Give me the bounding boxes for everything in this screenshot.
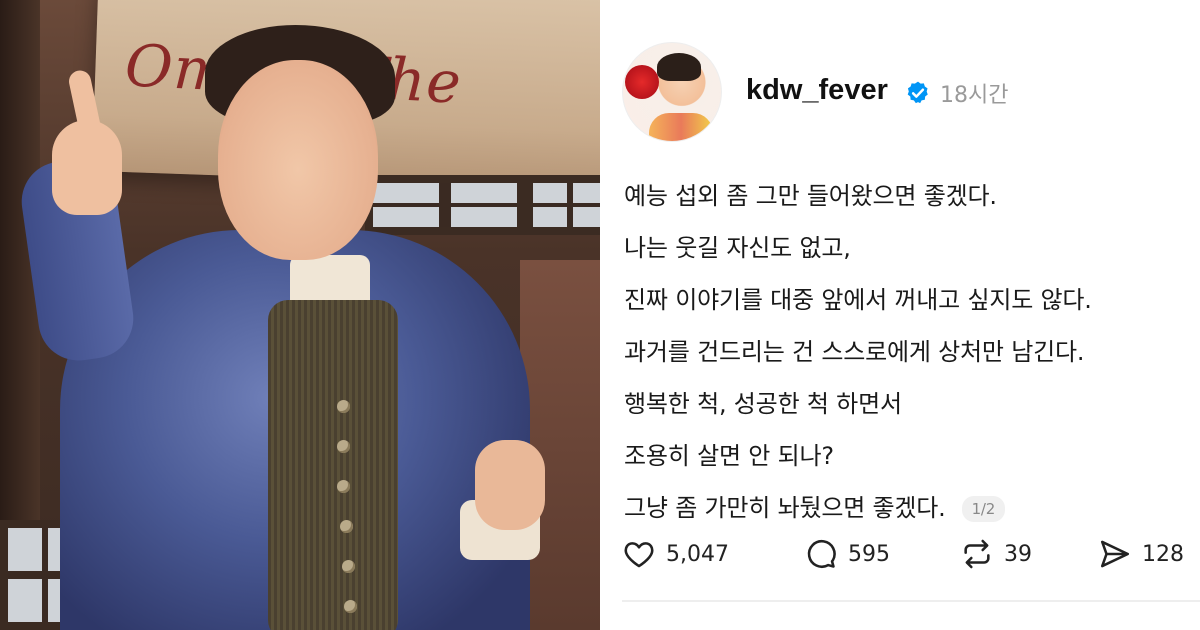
vest-button bbox=[337, 480, 350, 493]
performer-hand bbox=[52, 120, 122, 215]
like-button[interactable]: 5,047 bbox=[622, 534, 729, 574]
stage-window bbox=[365, 175, 525, 235]
post-line: 예능 섭외 좀 그만 들어왔으면 좋겠다. bbox=[624, 182, 997, 210]
post-body: 예능 섭외 좀 그만 들어왔으면 좋겠다. 나는 웃길 자신도 없고, 진짜 이… bbox=[624, 170, 1092, 534]
avatar[interactable] bbox=[622, 42, 722, 142]
vest-button bbox=[342, 560, 355, 573]
repost-count: 39 bbox=[1004, 541, 1032, 567]
post-line: 과거를 건드리는 건 스스로에게 상처만 남긴다. bbox=[624, 338, 1085, 366]
post-line: 나는 웃길 자신도 없고, bbox=[624, 234, 851, 262]
comment-button[interactable]: 595 bbox=[804, 534, 890, 574]
performer-fist bbox=[475, 440, 545, 530]
stage-window bbox=[525, 175, 600, 235]
share-button[interactable]: 128 bbox=[1098, 534, 1184, 574]
share-count: 128 bbox=[1142, 541, 1184, 567]
performer-vest bbox=[268, 300, 398, 630]
verified-badge-icon bbox=[907, 81, 928, 104]
post-line-text: 그냥 좀 가만히 놔뒀으면 좋겠다. bbox=[624, 494, 946, 522]
repost-button[interactable]: 39 bbox=[960, 534, 1032, 574]
avatar-shirt bbox=[649, 113, 713, 141]
divider bbox=[622, 600, 1200, 602]
post-line-last: 그냥 좀 가만히 놔뒀으면 좋겠다. 1/2 bbox=[624, 482, 1092, 534]
vest-button bbox=[337, 400, 350, 413]
rose-icon bbox=[625, 65, 659, 99]
comment-count: 595 bbox=[848, 541, 890, 567]
vest-button bbox=[344, 600, 357, 613]
post-line: 조용히 살면 안 되나? bbox=[624, 442, 834, 470]
post-line: 행복한 척, 성공한 척 하면서 bbox=[624, 390, 902, 418]
page-indicator[interactable]: 1/2 bbox=[961, 496, 1006, 522]
heart-icon bbox=[624, 542, 654, 568]
action-bar: 5,047 595 39 128 bbox=[622, 534, 1200, 574]
repost-icon bbox=[964, 539, 990, 569]
username[interactable]: kdw_fever bbox=[746, 74, 888, 107]
vest-button bbox=[337, 440, 350, 453]
comment-icon bbox=[807, 539, 836, 568]
post-photo: Om te: The bbox=[0, 0, 600, 630]
post-line: 진짜 이야기를 대중 앞에서 꺼내고 싶지도 않다. bbox=[624, 286, 1092, 314]
like-count: 5,047 bbox=[666, 541, 729, 567]
post-time: 18시간 bbox=[940, 83, 1009, 108]
performer-face bbox=[218, 60, 378, 260]
vest-button bbox=[340, 520, 353, 533]
send-icon bbox=[1100, 540, 1130, 568]
avatar-hair bbox=[657, 53, 701, 81]
